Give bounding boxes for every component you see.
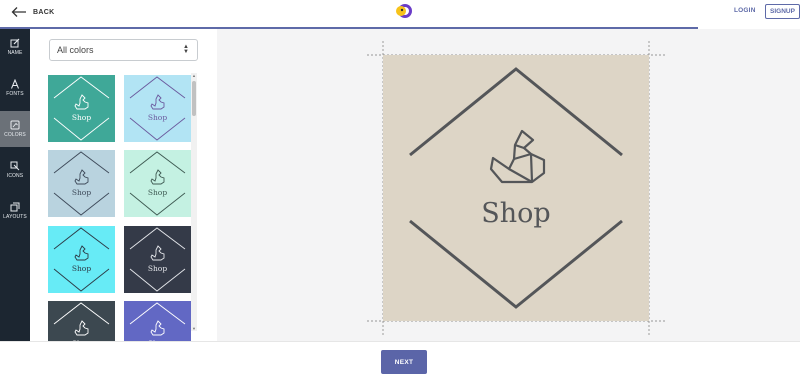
swatch-logo: Shop bbox=[124, 226, 191, 293]
nav-item-colors[interactable]: COLORS bbox=[0, 111, 30, 147]
back-button[interactable]: BACK bbox=[11, 4, 54, 20]
nav-item-fonts[interactable]: FONTS bbox=[0, 70, 30, 106]
layouts-icon bbox=[10, 202, 20, 212]
swatch-logo-text: Shop bbox=[72, 113, 91, 122]
signup-button[interactable]: SIGNUP bbox=[765, 4, 800, 19]
color-swatch[interactable]: Shop bbox=[48, 75, 115, 142]
swatch-logo: Shop bbox=[48, 150, 115, 217]
bottom-bar: NEXT bbox=[0, 341, 800, 376]
colors-panel: All colors ▲ ▼ Shop Shop Shop Shop Shop S… bbox=[30, 29, 217, 341]
swatch-logo-text: Shop bbox=[148, 264, 167, 273]
swatch-logo: Shop bbox=[48, 75, 115, 142]
scrollbar-thumb[interactable] bbox=[192, 81, 196, 116]
back-label: BACK bbox=[33, 8, 55, 16]
left-sidebar: NAME FONTS COLORS ICONS LAYOUTS bbox=[0, 29, 30, 341]
nav-item-layouts[interactable]: LAYOUTS bbox=[0, 193, 30, 229]
swatch-logo-text: Shop bbox=[72, 264, 91, 273]
scroll-up-icon[interactable]: ▲ bbox=[191, 73, 197, 78]
preview-canvas: Shop bbox=[217, 29, 800, 341]
logo-preview: Shop bbox=[367, 41, 665, 335]
color-filter-select[interactable]: All colors ▲ ▼ bbox=[49, 39, 198, 61]
color-swatch[interactable]: Shop bbox=[48, 301, 115, 341]
select-arrows-icon: ▲ ▼ bbox=[183, 44, 189, 55]
color-filter-value: All colors bbox=[57, 45, 94, 55]
nav-item-label: FONTS bbox=[6, 91, 24, 97]
nav-item-label: ICONS bbox=[6, 173, 24, 179]
color-swatch[interactable]: Shop bbox=[124, 75, 191, 142]
nav-item-label: LAYOUTS bbox=[3, 214, 27, 220]
arrow-left-icon bbox=[11, 7, 26, 17]
logo-text: Shop bbox=[481, 198, 550, 229]
nav-item-label: COLORS bbox=[4, 132, 26, 138]
nav-item-name[interactable]: NAME bbox=[0, 29, 30, 65]
edit-icon bbox=[10, 38, 20, 48]
swatch-logo-text: Shop bbox=[148, 188, 167, 197]
color-swatch[interactable]: Shop bbox=[124, 150, 191, 217]
swatch-logo: Shop bbox=[124, 75, 191, 142]
top-header: BACK LOGIN SIGNUP bbox=[0, 0, 800, 27]
font-icon bbox=[11, 79, 19, 89]
panel-scrollbar[interactable]: ▲ ▼ bbox=[191, 73, 197, 331]
color-swatch[interactable]: Shop bbox=[124, 301, 191, 341]
logo-maker-app: BACK LOGIN SIGNUP NAME FONTS COLORS ICON… bbox=[0, 0, 800, 376]
swatch-logo: Shop bbox=[48, 226, 115, 293]
login-button[interactable]: LOGIN bbox=[734, 7, 756, 14]
color-swatch[interactable]: Shop bbox=[48, 226, 115, 293]
swatch-logo-text: Shop bbox=[148, 113, 167, 122]
color-swatch[interactable]: Shop bbox=[48, 150, 115, 217]
swatch-logo: Shop bbox=[124, 301, 191, 341]
next-button[interactable]: NEXT bbox=[381, 350, 427, 374]
palette-icon bbox=[10, 120, 20, 130]
logo-background bbox=[383, 55, 649, 321]
nav-item-icons[interactable]: ICONS bbox=[0, 152, 30, 188]
swatch-logo-text: Shop bbox=[72, 188, 91, 197]
brand-logo-icon bbox=[396, 4, 412, 18]
icon-shapes-icon bbox=[10, 161, 20, 171]
scroll-down-icon[interactable]: ▼ bbox=[191, 326, 197, 331]
swatch-logo: Shop bbox=[124, 150, 191, 217]
swatch-logo: Shop bbox=[48, 301, 115, 341]
nav-item-label: NAME bbox=[7, 50, 23, 56]
color-swatch[interactable]: Shop bbox=[124, 226, 191, 293]
